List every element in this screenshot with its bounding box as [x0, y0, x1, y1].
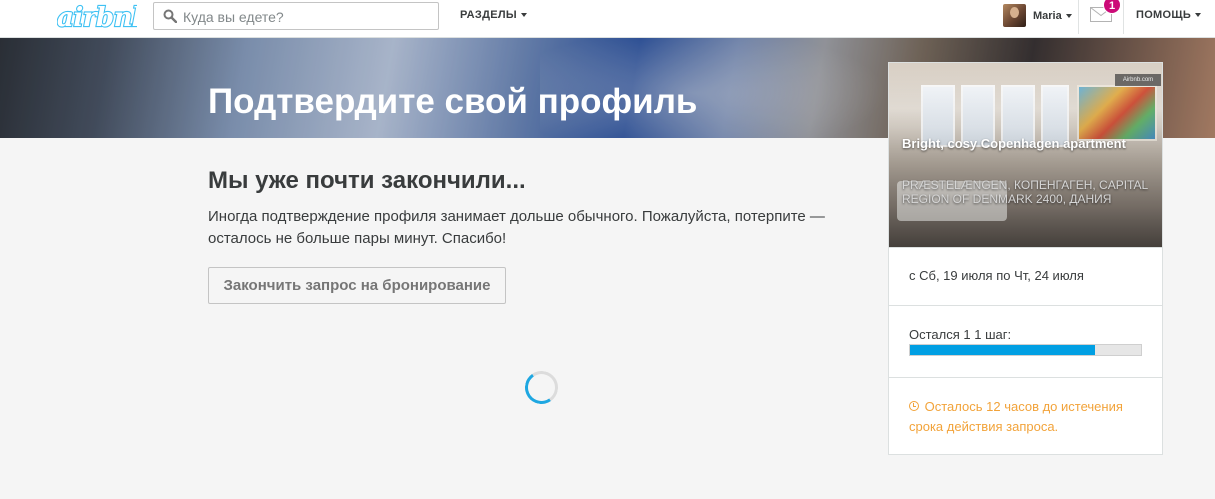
request-expiry-notice: Осталось 12 часов до истечения срока дей… — [909, 397, 1154, 437]
booking-summary-card: Airbnb.com Bright, cosy Copenhagen apart… — [888, 62, 1163, 455]
booking-dates: с Сб, 19 июля по Чт, 24 июля — [909, 268, 1084, 283]
sections-menu[interactable]: РАЗДЕЛЫ — [460, 9, 527, 21]
search-placeholder: Куда вы едете? — [183, 9, 284, 25]
progress-bar — [909, 344, 1142, 356]
card-divider — [889, 377, 1162, 378]
top-navigation: airbnb Куда вы едете? РАЗДЕЛЫ Maria 1 ПО… — [0, 0, 1215, 38]
search-icon — [163, 9, 177, 23]
listing-address: PRÆSTELÆNGEN, КОПЕНГАГЕН, CAPITAL REGION… — [902, 178, 1148, 206]
user-name: Maria — [1033, 10, 1072, 22]
card-divider — [889, 247, 1162, 248]
finish-booking-request-button[interactable]: Закончить запрос на бронирование — [208, 267, 506, 304]
spinner-icon — [522, 368, 561, 407]
clock-icon — [909, 401, 919, 411]
caret-down-icon — [1065, 14, 1072, 19]
photo-overlay — [889, 63, 1162, 247]
messages-badge: 1 — [1103, 0, 1121, 14]
status-heading: Мы уже почти закончили... — [208, 167, 526, 194]
listing-title[interactable]: Bright, cosy Copenhagen apartment — [902, 136, 1157, 151]
svg-text:airbnb: airbnb — [57, 3, 137, 33]
airbnb-logo[interactable]: airbnb — [57, 1, 137, 33]
card-divider — [889, 305, 1162, 306]
steps-remaining-label: Остался 1 1 шаг: — [909, 327, 1012, 342]
expiry-text: Осталось 12 часов до истечения срока дей… — [909, 399, 1123, 434]
caret-down-icon — [1195, 13, 1202, 18]
status-message: Иногда подтверждение профиля занимает до… — [208, 208, 825, 247]
nav-divider — [1123, 0, 1124, 34]
help-label: ПОМОЩЬ — [1136, 9, 1192, 21]
nav-divider — [1078, 0, 1079, 34]
listing-photo[interactable]: Airbnb.com Bright, cosy Copenhagen apart… — [889, 63, 1162, 247]
caret-down-icon — [520, 13, 527, 18]
page-title: Подтвердите свой профиль — [208, 82, 698, 121]
search-input[interactable]: Куда вы едете? — [153, 2, 439, 30]
sections-label: РАЗДЕЛЫ — [460, 9, 517, 21]
avatar — [1003, 4, 1026, 27]
progress-bar-fill — [910, 345, 1095, 355]
help-menu[interactable]: ПОМОЩЬ — [1136, 9, 1202, 21]
